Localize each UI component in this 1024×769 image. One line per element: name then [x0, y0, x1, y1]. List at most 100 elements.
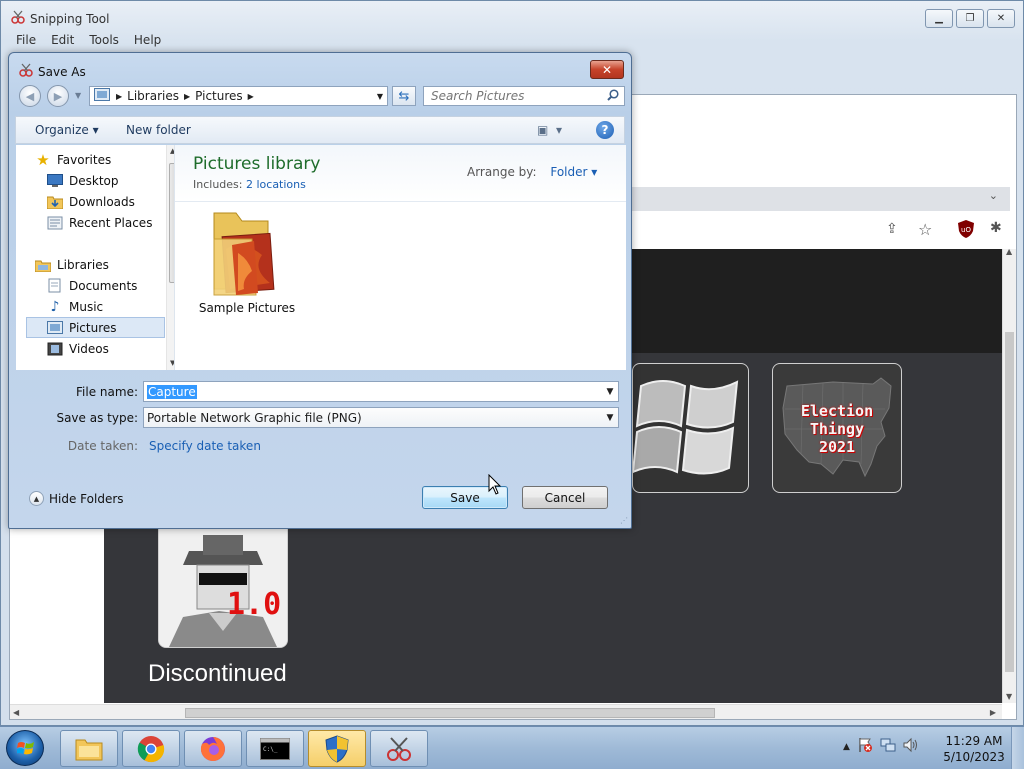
- help-icon[interactable]: ?: [596, 121, 614, 139]
- save-as-dialog: Save As ✕ ◀ ▶ ▼ ▶ Libraries ▶ Pictures ▶…: [8, 52, 632, 529]
- search-input[interactable]: [429, 88, 603, 104]
- library-includes: Includes: 2 locations: [193, 178, 306, 191]
- music-icon: ♪: [50, 298, 60, 315]
- change-view-icon[interactable]: ▣ ▾: [537, 123, 562, 137]
- arrange-by-dropdown[interactable]: Folder ▾: [550, 165, 597, 179]
- libraries-icon: [35, 258, 51, 272]
- scissors-icon: [19, 63, 33, 80]
- show-hidden-icons-icon[interactable]: ▲: [843, 742, 850, 752]
- network-icon[interactable]: [880, 737, 896, 756]
- recent-places-icon: [47, 216, 63, 230]
- show-desktop-button[interactable]: [1011, 727, 1024, 769]
- dialog-close-button[interactable]: ✕: [590, 60, 624, 79]
- search-box[interactable]: [423, 86, 625, 106]
- nav-downloads[interactable]: Downloads: [47, 191, 174, 212]
- nav-libraries[interactable]: Libraries: [35, 254, 174, 275]
- star-icon: ★: [36, 150, 50, 169]
- election-thingy-tile: Election Thingy 2021: [772, 363, 902, 493]
- taskbar-cmd[interactable]: C:\_: [246, 730, 304, 767]
- captured-vertical-scrollbar[interactable]: ▲ ▼: [1002, 247, 1016, 703]
- close-button[interactable]: ✕: [987, 9, 1015, 28]
- scroll-left-icon: ◀: [13, 708, 20, 717]
- navigation-scrollbar[interactable]: ▲ ▼: [166, 145, 174, 370]
- menu-file[interactable]: File: [9, 31, 44, 49]
- action-center-flag-icon[interactable]: [857, 737, 873, 756]
- includes-locations-link[interactable]: 2 locations: [246, 178, 306, 191]
- svg-text:uO: uO: [961, 226, 971, 234]
- scroll-up-icon: ▲: [1006, 247, 1013, 256]
- taskbar-firefox[interactable]: [184, 730, 242, 767]
- taskbar-chrome[interactable]: [122, 730, 180, 767]
- file-name-field[interactable]: Capture ▼: [143, 381, 619, 402]
- election-thingy-text: Election Thingy 2021: [800, 402, 874, 456]
- nav-music-label: Music: [69, 299, 104, 314]
- save-as-type-select[interactable]: Portable Network Graphic file (PNG) ▼: [143, 407, 619, 428]
- content-pane: Pictures library Includes: 2 locations A…: [175, 145, 626, 370]
- start-button[interactable]: [6, 730, 44, 766]
- scroll-thumb[interactable]: [1005, 332, 1014, 672]
- command-prompt-icon: C:\_: [260, 737, 290, 760]
- taskbar-uac-shield[interactable]: [308, 730, 366, 767]
- clock-time: 11:29 AM: [945, 734, 1003, 748]
- recent-locations-icon[interactable]: ▼: [75, 91, 81, 100]
- dialog-title: Save As: [19, 63, 86, 80]
- nav-desktop[interactable]: Desktop: [47, 170, 174, 191]
- forward-button[interactable]: ▶: [47, 85, 69, 107]
- address-bar[interactable]: ▶ Libraries ▶ Pictures ▶ ▼: [89, 86, 388, 106]
- breadcrumb-libraries[interactable]: Libraries: [124, 89, 182, 103]
- save-as-type-dropdown-icon[interactable]: ▼: [602, 413, 618, 423]
- horizontal-scrollbar[interactable]: ◀ ▶: [10, 704, 1002, 719]
- nav-documents[interactable]: Documents: [47, 275, 174, 296]
- window-title: Snipping Tool: [11, 10, 109, 27]
- hide-folders-toggle[interactable]: ▲ Hide Folders: [29, 491, 124, 506]
- horizontal-scroll-thumb[interactable]: [185, 708, 715, 718]
- file-name-dropdown-icon[interactable]: ▼: [602, 387, 618, 397]
- back-button[interactable]: ◀: [19, 85, 41, 107]
- star-icon: ☆: [918, 220, 933, 239]
- spy-tile: 1.0: [158, 520, 288, 648]
- taskbar-explorer[interactable]: [60, 730, 118, 767]
- taskbar-clock[interactable]: 11:29 AM 5/10/2023: [936, 733, 1012, 765]
- breadcrumb-separator-icon: ▶: [183, 91, 191, 101]
- scissors-icon: [387, 736, 411, 761]
- mouse-cursor-icon: [488, 474, 502, 495]
- file-name-value[interactable]: Capture: [147, 384, 197, 399]
- nav-recent-places-label: Recent Places: [69, 215, 153, 230]
- nav-favorites[interactable]: ★ Favorites: [35, 149, 174, 170]
- restore-button[interactable]: ❐: [956, 9, 984, 28]
- nav-videos[interactable]: Videos: [47, 338, 174, 359]
- volume-icon[interactable]: [903, 737, 919, 756]
- sample-pictures-folder[interactable]: Sample Pictures: [197, 209, 295, 317]
- nav-music[interactable]: ♪ Music: [47, 296, 174, 317]
- specify-date-taken-link[interactable]: Specify date taken: [149, 439, 261, 453]
- dialog-title-text: Save As: [38, 64, 86, 79]
- navigation-pane: ★ Favorites Desktop Downloads Recent Pla…: [16, 145, 175, 370]
- nav-recent-places[interactable]: Recent Places: [47, 212, 174, 233]
- chevron-down-icon: ⌄: [988, 189, 998, 202]
- breadcrumb-pictures[interactable]: Pictures: [192, 89, 246, 103]
- organize-button[interactable]: Organize ▾: [35, 123, 99, 137]
- minimize-button[interactable]: ▁: [925, 9, 953, 28]
- cancel-button[interactable]: Cancel: [522, 486, 608, 509]
- taskbar-snipping-tool[interactable]: [370, 730, 428, 767]
- resize-grip-icon[interactable]: ⋰: [620, 516, 628, 525]
- chrome-icon: [137, 735, 165, 762]
- address-dropdown-icon[interactable]: ▼: [377, 92, 387, 101]
- forward-arrow-icon: ▶: [53, 89, 63, 103]
- search-icon: [607, 88, 619, 104]
- desktop-icon: [47, 174, 63, 188]
- nav-favorites-label: Favorites: [57, 152, 112, 167]
- windows-flag-icon: [17, 742, 34, 755]
- new-folder-button[interactable]: New folder: [126, 123, 191, 137]
- svg-text:C:\_: C:\_: [263, 746, 278, 753]
- menu-tools[interactable]: Tools: [82, 31, 127, 49]
- breadcrumb-separator-icon: ▶: [116, 91, 123, 101]
- nav-documents-label: Documents: [69, 278, 138, 293]
- menu-help[interactable]: Help: [127, 31, 169, 49]
- refresh-button[interactable]: ⇆: [392, 86, 416, 106]
- arrange-by: Arrange by: Folder ▾: [467, 165, 597, 179]
- hide-folders-label: Hide Folders: [49, 491, 124, 506]
- menu-edit[interactable]: Edit: [44, 31, 82, 49]
- nav-pictures[interactable]: Pictures: [26, 317, 165, 338]
- breadcrumb-separator-icon: ▶: [247, 91, 254, 101]
